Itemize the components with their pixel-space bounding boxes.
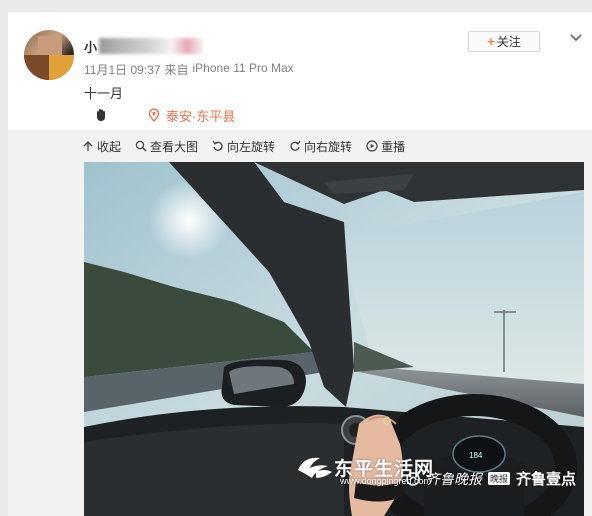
post-text: 十一月: [84, 86, 124, 101]
post-photo[interactable]: 184 东平生活网 www.dongpingren.com 齐鲁晚报 晚报 齐鲁…: [84, 162, 584, 516]
more-chevron-icon[interactable]: [569, 30, 583, 44]
author-name-mosaic: [99, 38, 204, 54]
rotate-left-label: 向左旋转: [227, 139, 276, 154]
watermark-newspaper: 齐鲁晚报: [426, 470, 482, 487]
location-row: 泰安·东平县: [94, 106, 235, 124]
rotate-right-button[interactable]: 向右旋转: [289, 138, 352, 155]
rotate-left-icon: [212, 140, 224, 152]
post-source-device[interactable]: iPhone 11 Pro Max: [193, 61, 294, 78]
replay-label: 重播: [381, 139, 406, 154]
replay-button[interactable]: 重播: [366, 138, 405, 155]
magnifier-icon: [135, 140, 147, 152]
collapse-arrow-icon: [82, 140, 94, 152]
watermark-badge: 晚报: [488, 472, 511, 485]
author-avatar[interactable]: [24, 30, 74, 80]
post-timestamp[interactable]: 11月1日 09:37: [84, 61, 161, 78]
collapse-button[interactable]: 收起: [82, 138, 121, 155]
location-link[interactable]: 泰安·东平县: [166, 106, 235, 125]
weibo-post-card: 小 11月1日 09:37 来自 iPhone 11 Pro Max 十一月 泰…: [8, 12, 592, 516]
view-large-label: 查看大图: [150, 139, 199, 154]
follow-button[interactable]: + 关注: [468, 31, 540, 52]
plus-icon: +: [487, 34, 495, 49]
source-prefix: 来自: [164, 63, 189, 77]
view-large-button[interactable]: 查看大图: [135, 138, 198, 155]
replay-icon: [366, 140, 378, 152]
dongping-logo-icon: [298, 457, 332, 478]
rotate-right-icon: [289, 140, 301, 152]
qilu-swirl-icon: [406, 471, 420, 486]
follow-label: 关注: [496, 35, 521, 49]
location-pin-icon: [148, 108, 160, 122]
hand-wave-icon[interactable]: [94, 108, 108, 122]
author-name-row: 小: [84, 36, 204, 56]
svg-text:184: 184: [469, 451, 483, 460]
author-name[interactable]: 小: [84, 37, 97, 56]
media-toolbar: 收起 查看大图 向左旋转 向右旋转 重播: [82, 138, 419, 154]
watermark-qilu: 齐鲁晚报 晚报 齐鲁壹点: [406, 468, 576, 489]
watermark-brand: 齐鲁壹点: [516, 471, 577, 488]
post-meta: 11月1日 09:37 来自 iPhone 11 Pro Max: [84, 61, 294, 78]
rotate-left-button[interactable]: 向左旋转: [212, 138, 275, 155]
collapse-label: 收起: [97, 139, 122, 154]
media-expanded-panel: 收起 查看大图 向左旋转 向右旋转 重播 184 东平生活网 www.dongp…: [8, 130, 592, 516]
rotate-right-label: 向右旋转: [304, 139, 353, 154]
